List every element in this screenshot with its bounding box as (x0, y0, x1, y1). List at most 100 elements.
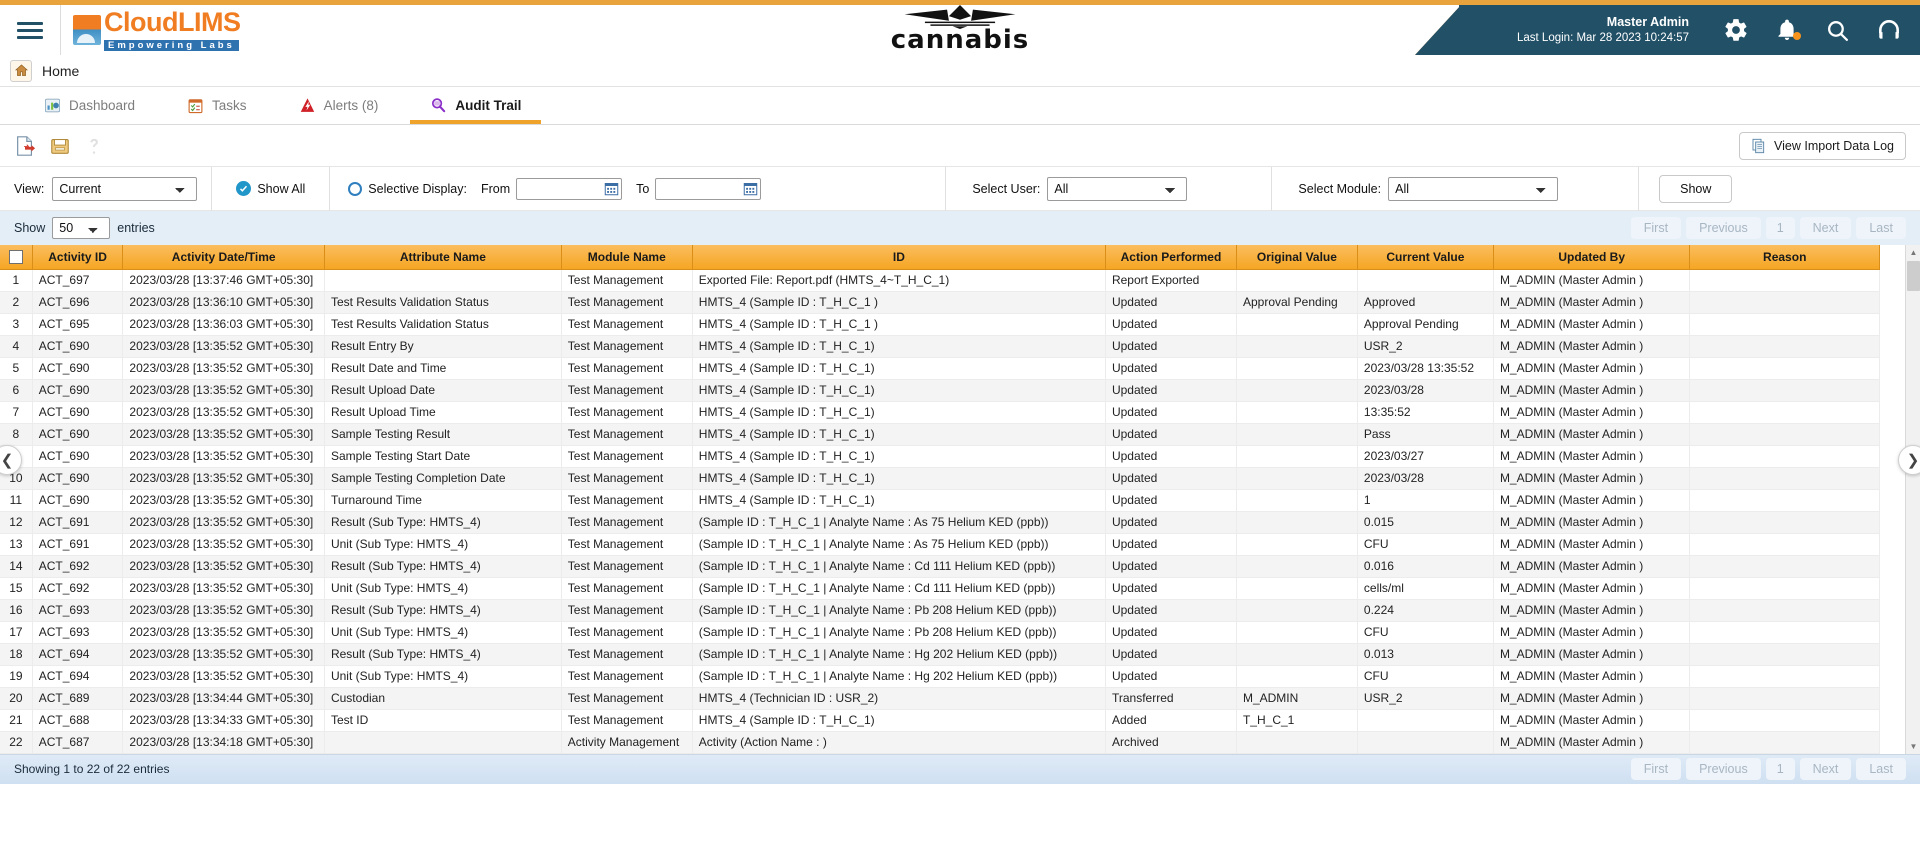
column-header-attribute-name[interactable]: Attribute Name (324, 245, 561, 269)
hamburger-menu-icon[interactable] (0, 5, 60, 55)
cell-action-performed: Updated (1105, 335, 1236, 357)
bell-icon[interactable] (1775, 18, 1799, 42)
calendar-icon[interactable] (602, 180, 620, 198)
tab-alerts[interactable]: Alerts (8) (273, 87, 405, 124)
table-row[interactable]: 16ACT_6932023/03/28 [13:35:52 GMT+05:30]… (0, 599, 1880, 621)
column-header-updated-by[interactable]: Updated By (1493, 245, 1690, 269)
table-row[interactable]: 12ACT_6912023/03/28 [13:35:52 GMT+05:30]… (0, 511, 1880, 533)
selective-display-radio[interactable] (348, 182, 362, 196)
entries-count-select[interactable]: 50 (52, 217, 110, 239)
breadcrumb-home-label[interactable]: Home (42, 63, 79, 79)
column-header-module-name[interactable]: Module Name (561, 245, 692, 269)
pagination-last-bottom[interactable]: Last (1856, 758, 1906, 780)
scroll-up-arrow[interactable]: ▲ (1906, 245, 1920, 260)
cell-module-name: Test Management (561, 599, 692, 621)
select-all-checkbox[interactable] (0, 245, 32, 269)
column-header-action-performed[interactable]: Action Performed (1105, 245, 1236, 269)
table-row[interactable]: 21ACT_6882023/03/28 [13:34:33 GMT+05:30]… (0, 709, 1880, 731)
column-header-activity-id[interactable]: Activity ID (32, 245, 123, 269)
pagination-previous[interactable]: Previous (1686, 217, 1761, 239)
cell-current-value: 2023/03/27 (1357, 445, 1493, 467)
cell-action-performed: Updated (1105, 599, 1236, 621)
select-module-dropdown[interactable]: All (1388, 177, 1558, 201)
cell-action-performed: Report Exported (1105, 269, 1236, 291)
table-row[interactable]: 8ACT_6902023/03/28 [13:35:52 GMT+05:30]S… (0, 423, 1880, 445)
dashboard-icon (44, 97, 61, 114)
show-all-radio-group[interactable]: Show All (212, 167, 329, 211)
cell-action-performed: Updated (1105, 445, 1236, 467)
column-header-activity-date-time[interactable]: Activity Date/Time (123, 245, 325, 269)
column-header-current-value[interactable]: Current Value (1357, 245, 1493, 269)
table-row[interactable]: 13ACT_6912023/03/28 [13:35:52 GMT+05:30]… (0, 533, 1880, 555)
show-all-radio[interactable] (236, 181, 251, 196)
show-button[interactable]: Show (1659, 175, 1732, 203)
cell-activity-date-time: 2023/03/28 [13:37:46 GMT+05:30] (123, 269, 325, 291)
select-user-dropdown[interactable]: All (1047, 177, 1187, 201)
table-vertical-scrollbar[interactable]: ▲ ▼ (1905, 245, 1920, 754)
table-row[interactable]: 5ACT_6902023/03/28 [13:35:52 GMT+05:30]R… (0, 357, 1880, 379)
table-row[interactable]: 17ACT_6932023/03/28 [13:35:52 GMT+05:30]… (0, 621, 1880, 643)
table-row[interactable]: 7ACT_6902023/03/28 [13:35:52 GMT+05:30]R… (0, 401, 1880, 423)
table-row[interactable]: 15ACT_6922023/03/28 [13:35:52 GMT+05:30]… (0, 577, 1880, 599)
cell-activity-id: ACT_697 (32, 269, 123, 291)
from-date-input[interactable] (516, 178, 622, 200)
column-header-reason[interactable]: Reason (1690, 245, 1880, 269)
cell-id: HMTS_4 (Sample ID : T_H_C_1) (692, 401, 1105, 423)
cloudlims-logo[interactable]: CloudLIMS Empowering Labs (61, 9, 240, 52)
scrollbar-thumb[interactable] (1907, 261, 1920, 291)
table-row[interactable]: 20ACT_6892023/03/28 [13:34:44 GMT+05:30]… (0, 687, 1880, 709)
select-all-checkbox-box[interactable] (9, 250, 23, 264)
table-row[interactable]: 2ACT_6962023/03/28 [13:36:10 GMT+05:30]T… (0, 291, 1880, 313)
show-entries-label: Show (14, 221, 45, 235)
cell-original-value (1236, 445, 1357, 467)
view-select[interactable]: Current (52, 177, 197, 201)
pagination-next-bottom[interactable]: Next (1800, 758, 1852, 780)
view-import-data-log-button[interactable]: View Import Data Log (1739, 132, 1906, 160)
save-folder-icon[interactable] (49, 135, 71, 157)
scroll-down-arrow[interactable]: ▼ (1906, 739, 1920, 754)
table-row[interactable]: 22ACT_6872023/03/28 [13:34:18 GMT+05:30]… (0, 731, 1880, 753)
pagination-page-1[interactable]: 1 (1766, 217, 1795, 239)
cell-activity-date-time: 2023/03/28 [13:34:18 GMT+05:30] (123, 731, 325, 753)
chevron-right-icon[interactable]: ❯ (1898, 445, 1920, 475)
cell-original-value (1236, 533, 1357, 555)
column-header-id[interactable]: ID (692, 245, 1105, 269)
table-row[interactable]: 14ACT_6922023/03/28 [13:35:52 GMT+05:30]… (0, 555, 1880, 577)
export-document-icon[interactable] (14, 135, 36, 157)
table-row[interactable]: 3ACT_6952023/03/28 [13:36:03 GMT+05:30]T… (0, 313, 1880, 335)
table-row[interactable]: 10ACT_6902023/03/28 [13:35:52 GMT+05:30]… (0, 467, 1880, 489)
table-row[interactable]: 18ACT_6942023/03/28 [13:35:52 GMT+05:30]… (0, 643, 1880, 665)
pagination-first[interactable]: First (1631, 217, 1681, 239)
calendar-icon-to[interactable] (741, 180, 759, 198)
table-row[interactable]: 11ACT_6902023/03/28 [13:35:52 GMT+05:30]… (0, 489, 1880, 511)
pagination-first-bottom[interactable]: First (1631, 758, 1681, 780)
tab-tasks[interactable]: Tasks (161, 87, 273, 124)
cell-updated-by: M_ADMIN (Master Admin ) (1493, 511, 1690, 533)
column-header-original-value[interactable]: Original Value (1236, 245, 1357, 269)
help-icon[interactable] (84, 136, 104, 156)
table-row[interactable]: 1ACT_6972023/03/28 [13:37:46 GMT+05:30]T… (0, 269, 1880, 291)
pagination-previous-bottom[interactable]: Previous (1686, 758, 1761, 780)
table-row[interactable]: 9ACT_6902023/03/28 [13:35:52 GMT+05:30]S… (0, 445, 1880, 467)
cell-reason (1690, 599, 1880, 621)
search-icon[interactable] (1825, 18, 1850, 43)
tab-audit-trail[interactable]: Audit Trail (404, 87, 547, 124)
headset-icon[interactable] (1876, 17, 1902, 43)
home-icon[interactable] (10, 60, 32, 82)
table-row[interactable]: 19ACT_6942023/03/28 [13:35:52 GMT+05:30]… (0, 665, 1880, 687)
cell-module-name: Test Management (561, 379, 692, 401)
tab-dashboard[interactable]: Dashboard (18, 87, 161, 124)
cell-: 4 (0, 335, 32, 357)
pagination-page-1-bottom[interactable]: 1 (1766, 758, 1795, 780)
pagination-next[interactable]: Next (1800, 217, 1852, 239)
cell-activity-id: ACT_690 (32, 489, 123, 511)
table-footer: Showing 1 to 22 of 22 entries First Prev… (0, 754, 1920, 784)
cell-module-name: Test Management (561, 313, 692, 335)
pagination-last[interactable]: Last (1856, 217, 1906, 239)
table-row[interactable]: 6ACT_6902023/03/28 [13:35:52 GMT+05:30]R… (0, 379, 1880, 401)
cell-attribute-name: Result (Sub Type: HMTS_4) (324, 555, 561, 577)
to-date-input[interactable] (655, 178, 761, 200)
gear-icon[interactable] (1723, 17, 1749, 43)
table-row[interactable]: 4ACT_6902023/03/28 [13:35:52 GMT+05:30]R… (0, 335, 1880, 357)
cell-current-value: 1 (1357, 489, 1493, 511)
